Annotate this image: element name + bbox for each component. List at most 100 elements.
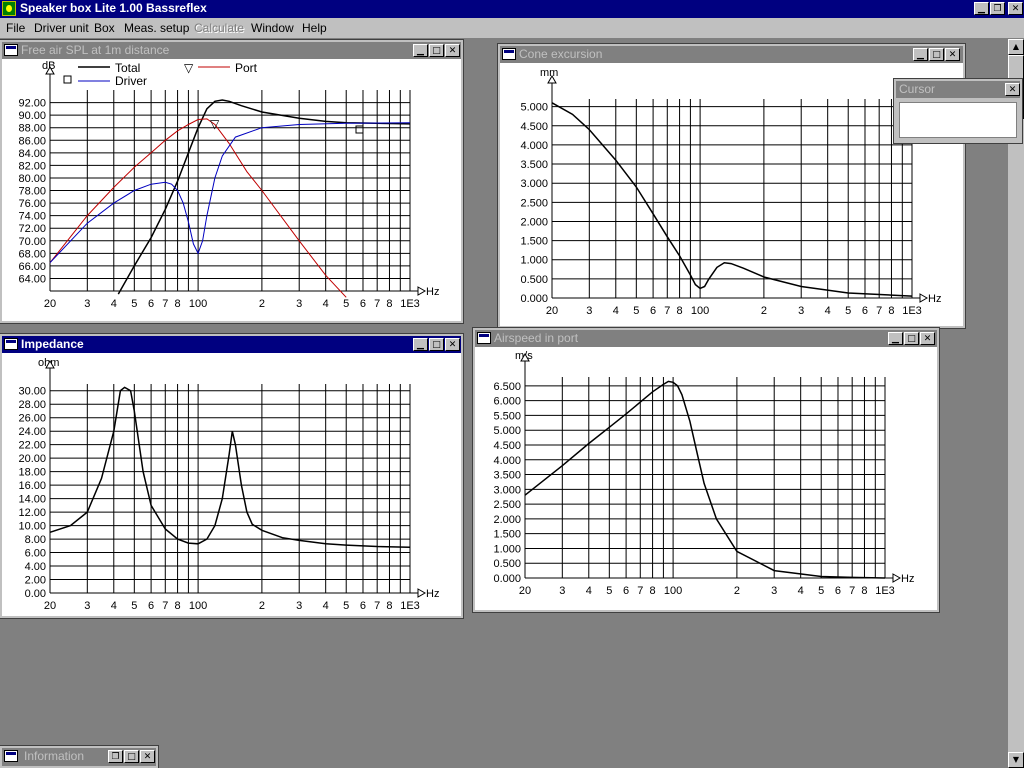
y-tick-label: 6.500 xyxy=(493,381,521,393)
chart-window-icon[interactable] xyxy=(502,48,516,60)
x-unit-label: Hz xyxy=(426,588,439,600)
window-spl[interactable]: Free air SPL at 1m distance ▁ □ ✕ dB Tot… xyxy=(0,39,464,324)
y-tick-label: 1.000 xyxy=(520,255,548,267)
menu-box[interactable]: Box xyxy=(94,21,115,35)
menu-meas-setup[interactable]: Meas. setup xyxy=(124,21,189,35)
chart-window-icon[interactable] xyxy=(4,750,18,762)
port-curve-marker: ▽ xyxy=(210,117,220,131)
window-spl-title-bar[interactable]: Free air SPL at 1m distance ▁ □ ✕ xyxy=(2,42,461,59)
window-information-title-bar[interactable]: Information ❐ □ ✕ xyxy=(2,748,156,766)
chart-window-icon[interactable] xyxy=(4,338,18,350)
y-tick-label: 16.00 xyxy=(18,480,46,492)
impedance-chart[interactable]: ohm 30.0028.0026.0024.0022.0020.0018.001… xyxy=(2,353,461,616)
close-icon[interactable]: ✕ xyxy=(920,332,935,345)
x-tick-label: 6 xyxy=(360,600,366,612)
x-tick-label: 100 xyxy=(189,298,207,310)
series-line-total xyxy=(117,99,411,295)
series-line-main xyxy=(551,102,913,297)
y-tick-label: 84.00 xyxy=(18,148,46,160)
chart-window-icon[interactable] xyxy=(477,332,491,344)
app-icon[interactable] xyxy=(2,1,16,16)
x-tick-label: 4 xyxy=(586,585,592,597)
maximize-icon[interactable]: □ xyxy=(904,332,919,345)
minimize-icon[interactable]: ▁ xyxy=(974,2,989,15)
maximize-icon[interactable]: □ xyxy=(929,48,944,61)
y-tick-label: 24.00 xyxy=(18,426,46,438)
x-tick-label: 6 xyxy=(835,585,841,597)
y-tick-label: 0.000 xyxy=(520,293,548,305)
window-cursor-title-bar[interactable]: Cursor ✕ xyxy=(896,81,1020,98)
vertical-scrollbar[interactable]: ▲ ▼ xyxy=(1008,39,1024,768)
app-title-bar: Speaker box Lite 1.00 Bassreflex ▁ ❐ ✕ xyxy=(0,0,1024,18)
menu-driver-unit[interactable]: Driver unit xyxy=(34,21,89,35)
y-tick-label: 2.500 xyxy=(520,197,548,209)
maximize-icon[interactable]: □ xyxy=(429,338,444,351)
y-tick-label: 22.00 xyxy=(18,440,46,452)
window-information-minimized[interactable]: Information ❐ □ ✕ xyxy=(0,745,159,768)
maximize-icon[interactable]: □ xyxy=(124,750,139,763)
x-tick-label: 100 xyxy=(664,585,682,597)
y-tick-label: 1.000 xyxy=(493,543,521,555)
window-cursor[interactable]: Cursor ✕ xyxy=(893,78,1023,144)
close-icon[interactable]: ✕ xyxy=(140,750,155,763)
y-unit-label: mm xyxy=(540,67,558,79)
menu-help[interactable]: Help xyxy=(302,21,327,35)
window-impedance-title-bar[interactable]: Impedance ▁ □ ✕ xyxy=(2,336,461,353)
close-icon[interactable]: ✕ xyxy=(1005,83,1020,96)
x-tick-label: 20 xyxy=(519,585,531,597)
menu-file[interactable]: File xyxy=(6,21,25,35)
app-title: Speaker box Lite 1.00 Bassreflex xyxy=(20,1,207,15)
x-tick-label: 8 xyxy=(650,585,656,597)
restore-icon[interactable]: ❐ xyxy=(108,750,123,763)
x-tick-label: 6 xyxy=(360,298,366,310)
maximize-icon[interactable]: □ xyxy=(429,44,444,57)
window-cone-title-bar[interactable]: Cone excursion ▁ □ ✕ xyxy=(500,46,963,63)
y-tick-label: 6.00 xyxy=(25,548,46,560)
minimize-icon[interactable]: ▁ xyxy=(413,338,428,351)
x-tick-label: 20 xyxy=(546,305,558,317)
window-impedance[interactable]: Impedance ▁ □ ✕ ohm 30.0028.0026.0024.00… xyxy=(0,333,464,619)
x-tick-label: 6 xyxy=(650,305,656,317)
x-tick-label: 5 xyxy=(343,600,349,612)
spl-chart[interactable]: dB Total ▽ Port Driver 92.0090.0088.0086… xyxy=(2,59,461,321)
x-tick-label: 6 xyxy=(623,585,629,597)
window-airspeed-title-bar[interactable]: Airspeed in port ▁ □ ✕ xyxy=(475,330,937,347)
airspeed-chart[interactable]: m/s 6.5006.0005.5005.0004.5004.0003.5003… xyxy=(475,347,937,610)
arrow-up-icon[interactable]: ▲ xyxy=(1008,39,1024,55)
y-tick-label: 1.500 xyxy=(493,529,521,541)
driver-curve-marker xyxy=(355,125,364,134)
y-tick-label: 10.00 xyxy=(18,521,46,533)
y-tick-label: 3.000 xyxy=(520,178,548,190)
x-axis-arrow-icon xyxy=(417,588,427,598)
minimize-icon[interactable]: ▁ xyxy=(413,44,428,57)
x-tick-label: 3 xyxy=(771,585,777,597)
y-tick-label: 8.00 xyxy=(25,534,46,546)
x-tick-label: 5 xyxy=(131,298,137,310)
arrow-down-icon[interactable]: ▼ xyxy=(1008,752,1024,768)
x-tick-label: 3 xyxy=(296,298,302,310)
y-tick-label: 3.500 xyxy=(493,470,521,482)
window-cursor-title: Cursor xyxy=(899,82,936,96)
y-tick-label: 6.000 xyxy=(493,396,521,408)
chart-window-icon[interactable] xyxy=(4,44,18,56)
menu-calculate[interactable]: Calculate xyxy=(194,21,244,35)
y-tick-label: 4.500 xyxy=(493,440,521,452)
close-icon[interactable]: ✕ xyxy=(445,338,460,351)
x-tick-label: 4 xyxy=(613,305,619,317)
close-icon[interactable]: ✕ xyxy=(1008,2,1023,15)
menu-window[interactable]: Window xyxy=(251,21,294,35)
restore-icon[interactable]: ❐ xyxy=(990,2,1005,15)
x-tick-label: 2 xyxy=(259,600,265,612)
x-tick-label: 8 xyxy=(386,600,392,612)
y-tick-label: 4.000 xyxy=(493,455,521,467)
y-tick-label: 0.500 xyxy=(493,558,521,570)
minimize-icon[interactable]: ▁ xyxy=(913,48,928,61)
minimize-icon[interactable]: ▁ xyxy=(888,332,903,345)
close-icon[interactable]: ✕ xyxy=(945,48,960,61)
y-tick-label: 0.000 xyxy=(493,573,521,585)
series-line-driver xyxy=(49,122,411,264)
x-tick-label: 1E3 xyxy=(875,585,895,597)
close-icon[interactable]: ✕ xyxy=(445,44,460,57)
window-airspeed[interactable]: Airspeed in port ▁ □ ✕ m/s 6.5006.0005.5… xyxy=(472,327,940,613)
series-line-main xyxy=(49,386,411,548)
